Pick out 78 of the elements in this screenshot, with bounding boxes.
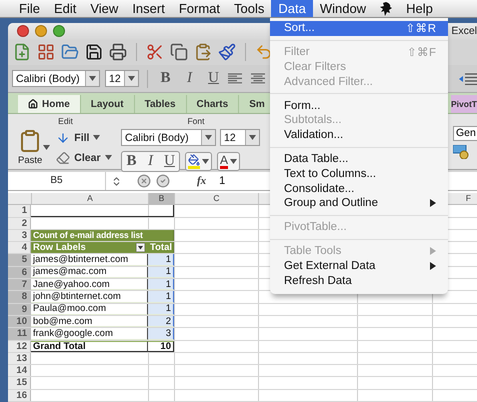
table-cell: bob@me.com [31, 316, 148, 328]
italic-button[interactable]: I [141, 152, 160, 172]
table-cell: Jane@yahoo.com [31, 279, 148, 290]
clear-button[interactable]: Clear [56, 149, 112, 166]
row-header[interactable]: 4 [8, 242, 31, 254]
pivot-title: Count of e-mail address list [31, 230, 148, 242]
table-cell: 1 [148, 279, 174, 290]
font-color-button[interactable]: A [217, 152, 240, 172]
font-combo[interactable]: Calibri (Body) [121, 129, 216, 146]
bold-button[interactable]: B [156, 69, 175, 88]
ribbon-tab[interactable]: Layout [80, 95, 135, 114]
italic-button[interactable]: I [180, 69, 199, 88]
menu-title[interactable]: Data [271, 0, 313, 17]
table-cell: 3 [148, 328, 174, 340]
menu-item[interactable]: Consolidate... [270, 181, 448, 196]
table-cell: Grand Total [31, 340, 148, 352]
row-header[interactable]: 13 [8, 352, 31, 364]
table-cell: 1 [148, 254, 174, 266]
ribbon-tab[interactable]: Tables [134, 95, 187, 114]
menu-item[interactable]: Get External Data [270, 258, 448, 274]
name-box[interactable]: B5 [8, 172, 106, 190]
row-header[interactable]: 2 [8, 218, 31, 229]
column-header[interactable]: B [149, 193, 175, 204]
menu-title[interactable]: Insert [125, 0, 172, 17]
formula-value[interactable]: 1 [219, 175, 226, 188]
menu-title[interactable]: View [83, 0, 126, 17]
table-cell: Paula@moo.com [31, 304, 148, 315]
row-header[interactable]: 6 [8, 266, 31, 278]
menu-item[interactable]: Text to Columns... [270, 166, 448, 182]
row-header[interactable]: 5 [8, 254, 31, 266]
table-cell: frank@google.com [31, 328, 148, 340]
menu-item[interactable]: Data Table... [270, 152, 448, 166]
column-header-cell: Total [148, 242, 174, 254]
row-header[interactable]: 8 [8, 291, 31, 303]
row-header[interactable]: 7 [8, 279, 31, 290]
underline-button[interactable]: U [204, 69, 223, 88]
paste-button[interactable]: Paste [18, 129, 42, 166]
row-header[interactable]: 14 [8, 365, 31, 376]
table-cell: 1 [148, 304, 174, 315]
row-header[interactable]: 16 [8, 390, 31, 401]
row-header[interactable]: 10 [8, 316, 31, 328]
bold-button[interactable]: B [122, 152, 141, 172]
table-cell: 1 [148, 291, 174, 303]
ribbon-tab[interactable]: Charts [186, 95, 240, 114]
menu-item[interactable]: Refresh Data [270, 273, 448, 288]
row-header[interactable]: 3 [8, 230, 31, 242]
function-button[interactable]: fx [197, 175, 206, 188]
size-combo[interactable]: 12 [220, 129, 260, 146]
row-header[interactable]: 12 [8, 340, 31, 352]
row-header[interactable]: 9 [8, 304, 31, 315]
ribbon-tab[interactable]: PivotT [451, 95, 477, 114]
group-label: Edit [58, 116, 73, 126]
table-cell: john@btinternet.com [31, 291, 148, 303]
font-combo[interactable]: Calibri (Body) [12, 70, 100, 88]
row-header[interactable]: 11 [8, 328, 31, 340]
menu-title[interactable]: Tools [227, 0, 272, 17]
menu-title[interactable]: Help [399, 0, 440, 17]
window-title: Excel [451, 25, 477, 38]
menu-title[interactable]: Edit [46, 0, 84, 17]
column-header[interactable]: C [175, 193, 259, 204]
table-cell: 10 [148, 340, 174, 352]
menu-title[interactable]: Format [172, 0, 227, 17]
table-cell: 2 [148, 316, 174, 328]
row-header[interactable]: 15 [8, 377, 31, 389]
menu-item[interactable]: Validation... [270, 128, 448, 143]
table-cell: 1 [148, 266, 174, 278]
ribbon-tab[interactable]: Home [18, 95, 81, 114]
menu-title[interactable]: File [12, 0, 47, 17]
menu-item[interactable]: Sort... ⇧⌘R [270, 21, 448, 36]
group-label: Font [187, 116, 204, 126]
underline-button[interactable]: U [160, 152, 179, 172]
number-format-field[interactable]: Gen [453, 126, 477, 142]
table-cell: james@mac.com [31, 266, 148, 278]
menu-title[interactable]: Window [312, 0, 374, 17]
table-cell: james@btinternet.com [31, 254, 148, 266]
fill-button[interactable]: Fill [56, 129, 112, 146]
row-header[interactable]: 1 [8, 205, 31, 217]
size-combo[interactable]: 12 [105, 70, 139, 88]
